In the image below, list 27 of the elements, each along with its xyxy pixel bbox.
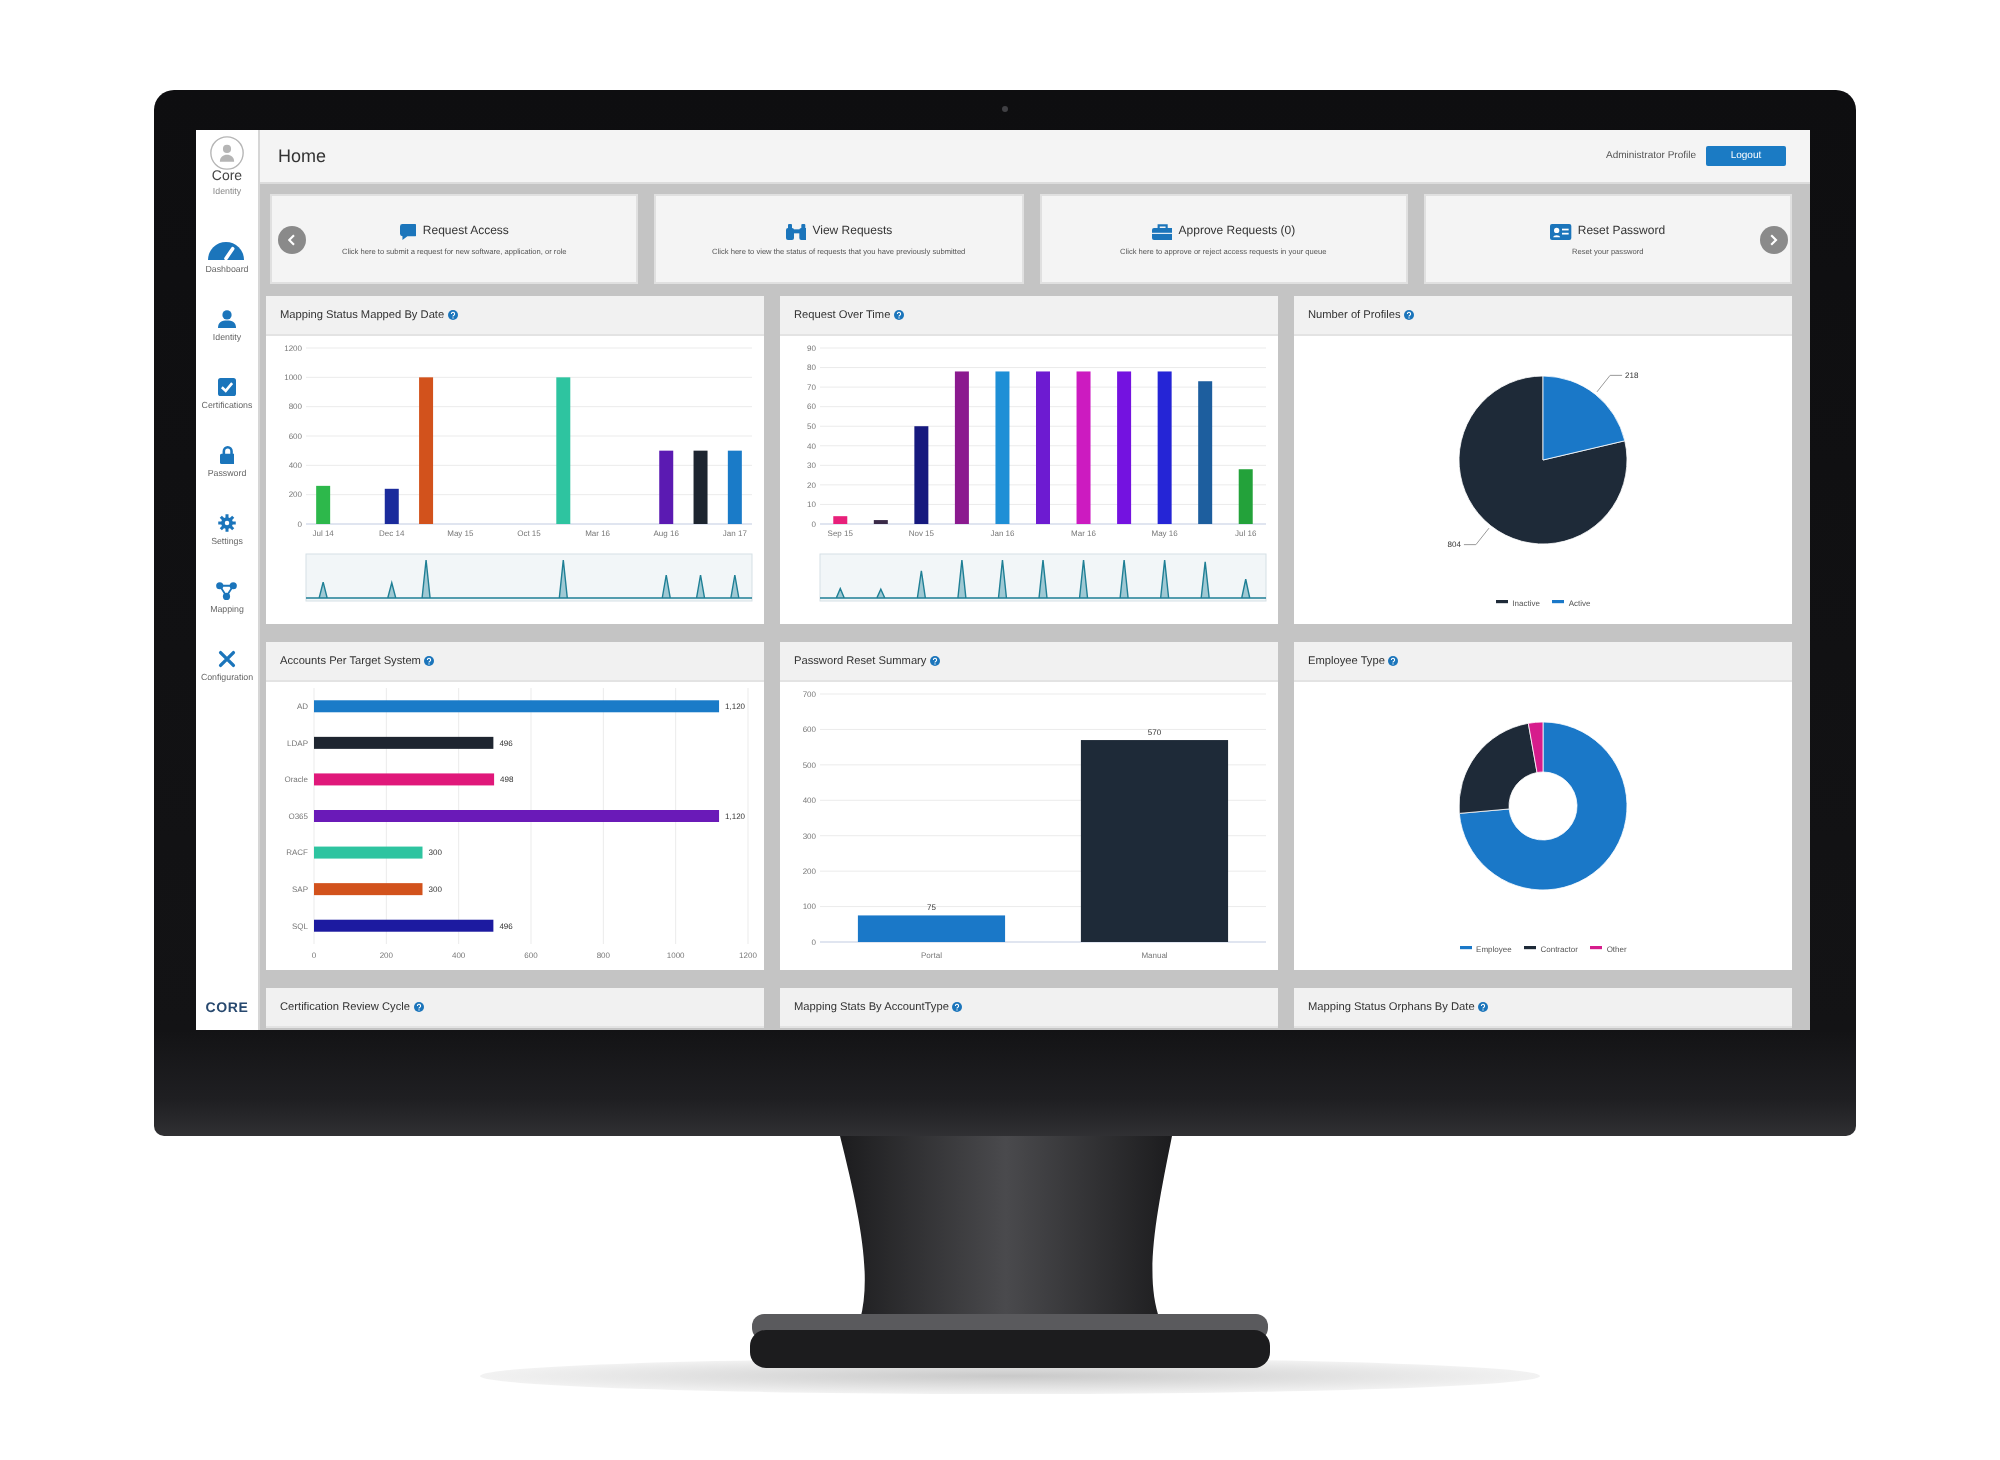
help-icon [930,656,941,666]
help-icon [424,656,435,666]
binoculars-icon [785,223,807,239]
network-icon [216,582,238,600]
chevron-right-icon [1770,234,1778,246]
help-icon [1388,656,1399,666]
leader-line [1463,527,1490,546]
gauge-icon [208,242,245,260]
chat-icon [399,223,417,239]
help-icon [448,310,459,320]
camera-icon [1002,106,1008,112]
chevron-left-icon [288,234,296,246]
help-icon [894,310,905,320]
help-icon [413,1002,424,1012]
id-card-icon [1550,223,1572,239]
tools-icon [218,650,236,668]
user-icon [218,310,236,328]
help-icon [952,1002,963,1012]
logo-icon [210,136,244,170]
leader-line [1596,374,1623,393]
lock-icon [219,446,235,464]
help-icon [1404,310,1415,320]
help-icon [1478,1002,1489,1012]
page-title: Home [278,146,327,166]
briefcase-icon [1151,223,1173,239]
checkbox-icon [217,378,236,396]
settings-icon [218,514,236,532]
